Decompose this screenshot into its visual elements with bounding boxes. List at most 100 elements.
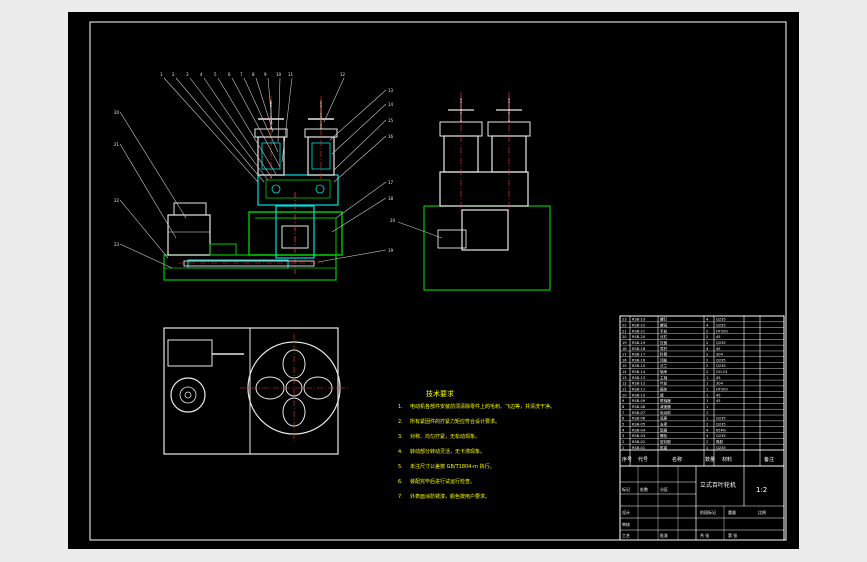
- bom-header-material: 材料: [722, 456, 732, 463]
- bom-cell: Q235: [716, 358, 726, 362]
- bom-cell: RSB-16: [632, 358, 646, 362]
- bom-cell: Q235: [716, 364, 726, 368]
- svg-text:5: 5: [214, 72, 217, 77]
- svg-text:21: 21: [114, 142, 120, 147]
- assembly-drawing: 123 456 789 10 11 12 131415 161718 192021 …: [89, 21, 787, 541]
- top-view-frame: [163, 327, 339, 455]
- bom-cell: 16: [622, 358, 627, 362]
- bom-cell: 1: [706, 393, 708, 397]
- bom-cell: RSB-08: [632, 405, 646, 409]
- svg-text:16: 16: [388, 134, 394, 139]
- svg-text:4: 4: [200, 72, 203, 77]
- bom-cell: 45: [716, 347, 721, 351]
- bom-cell: 11: [622, 388, 627, 392]
- bom-cell: 8: [622, 405, 625, 409]
- bom-cell: RSB-21: [632, 329, 645, 333]
- bom-cell: 电动机: [660, 410, 671, 415]
- bom-cell: RSB-10: [632, 393, 646, 397]
- bom-cell: 螺钉: [660, 317, 668, 322]
- bom-cell: 联轴器: [660, 398, 671, 403]
- bom-cell: 9: [622, 399, 625, 403]
- bom-cell: Q235: [716, 446, 726, 450]
- bom-cell: 密封圈: [660, 439, 671, 444]
- tech-req-title: 技术要求: [426, 389, 454, 398]
- svg-text:3: 3: [186, 72, 189, 77]
- bom-cell: 45: [716, 399, 721, 403]
- bom-cell: 5: [622, 422, 624, 426]
- svg-text:2: 2: [172, 72, 175, 77]
- svg-text:18: 18: [388, 196, 394, 201]
- bom-cell: 22: [622, 323, 627, 327]
- bom-cell: 4: [706, 434, 709, 438]
- bom-cell: 1: [706, 405, 708, 409]
- bom-cell: 主轴: [660, 375, 668, 380]
- tb-label-zone: 分区: [660, 486, 668, 492]
- bom-cell: RSB-17: [632, 353, 645, 357]
- bom-cell: Q235: [716, 434, 726, 438]
- svg-text:11: 11: [288, 72, 294, 77]
- bom-cell: RSB-05: [632, 422, 645, 426]
- bom-cell: 2: [706, 358, 708, 362]
- bom-cell: 1: [706, 376, 708, 380]
- bom-cell: 法兰: [660, 363, 668, 368]
- bom-cell: 3: [622, 434, 624, 438]
- bom-cell: 1: [706, 382, 708, 386]
- motor-top-circle: [170, 377, 206, 413]
- bom-cell: HT200: [716, 388, 728, 392]
- drawing-name: 立式百叶轮机: [700, 481, 736, 489]
- impeller-disc: [247, 341, 341, 435]
- bom-cell: 2: [706, 440, 708, 444]
- bom-cell: 支架: [660, 421, 668, 426]
- bom-cell: RSB-13: [632, 376, 645, 380]
- tb-label-review: 审核: [622, 521, 630, 527]
- bom-cell: 1: [706, 399, 708, 403]
- front-section-view: 123 456 789 10 11 12 131415 161718 192021 …: [114, 72, 394, 281]
- bom-cell: Q235: [716, 318, 726, 322]
- svg-text:15: 15: [388, 118, 394, 123]
- tech-req-text: 未注尺寸公差按 GB/T1804-m 执行。: [410, 463, 495, 470]
- drawing-scale: 1:2: [756, 486, 767, 494]
- svg-text:12: 12: [340, 72, 346, 77]
- cad-viewport[interactable]: 123 456 789 10 11 12 13 14 15 16 17 18 19 20 21 …: [68, 12, 799, 549]
- bom-cell: RSB-11: [632, 388, 645, 392]
- bom-cell: Q235: [716, 341, 726, 345]
- bom-cell: 键: [660, 392, 664, 397]
- bom-cell: 2: [706, 341, 708, 345]
- bom-cell: RSB-22: [632, 323, 645, 327]
- bom-cell: 45: [716, 376, 721, 380]
- bom-cell: 丝杠: [660, 334, 668, 339]
- tech-req-text: 所有紧固件的拧紧力矩应符合设计要求。: [410, 418, 500, 425]
- svg-text:19: 19: [388, 248, 394, 253]
- top-view: [163, 327, 348, 455]
- bom-cell: 料筒: [660, 352, 668, 357]
- bom-header-code: 代号: [638, 456, 648, 463]
- tech-req-text: 电动机各部件安装前须清除零件上的毛刺、飞边等，并清洗干净。: [410, 403, 555, 410]
- bom-cell: Q235: [716, 417, 726, 421]
- tb-label-sheets: 共 张: [700, 532, 709, 538]
- bom-cell: RSB-01: [632, 446, 645, 450]
- bom-header-name: 名称: [672, 456, 682, 463]
- bom-cell: RSB-14: [632, 370, 646, 374]
- svg-text:13: 13: [388, 88, 394, 93]
- tb-label-sheet: 第 张: [728, 532, 737, 538]
- bom-cell: 减速器: [660, 404, 671, 409]
- drive-shaft: [183, 260, 315, 267]
- tech-req-number: 2.: [398, 419, 403, 425]
- bom-cell: 2: [706, 353, 708, 357]
- bom-cell: 13: [622, 376, 627, 380]
- motor-cap: [173, 202, 207, 216]
- technical-requirements: 技术要求 1. 电动机各部件安装前须清除零件上的毛刺、飞边等，并清洗干净。 2. 所有…: [398, 389, 555, 500]
- bom-cell: RSB-04: [632, 428, 646, 432]
- tech-req-number: 4.: [398, 449, 403, 455]
- tb-label-process: 工艺: [622, 533, 630, 538]
- bom-cell: 1: [622, 446, 624, 450]
- tb-label-mark: 标记: [622, 486, 630, 492]
- bom-cell: 2: [706, 335, 708, 339]
- svg-text:14: 14: [388, 102, 394, 107]
- tb-label-count: 处数: [640, 486, 648, 492]
- bom-cell: RSB-23: [632, 318, 645, 322]
- side-gearbox: [439, 171, 529, 207]
- bom-cell: 4: [622, 428, 625, 432]
- tech-req-number: 3.: [398, 434, 403, 440]
- bom-cell: 垫圈: [660, 427, 668, 432]
